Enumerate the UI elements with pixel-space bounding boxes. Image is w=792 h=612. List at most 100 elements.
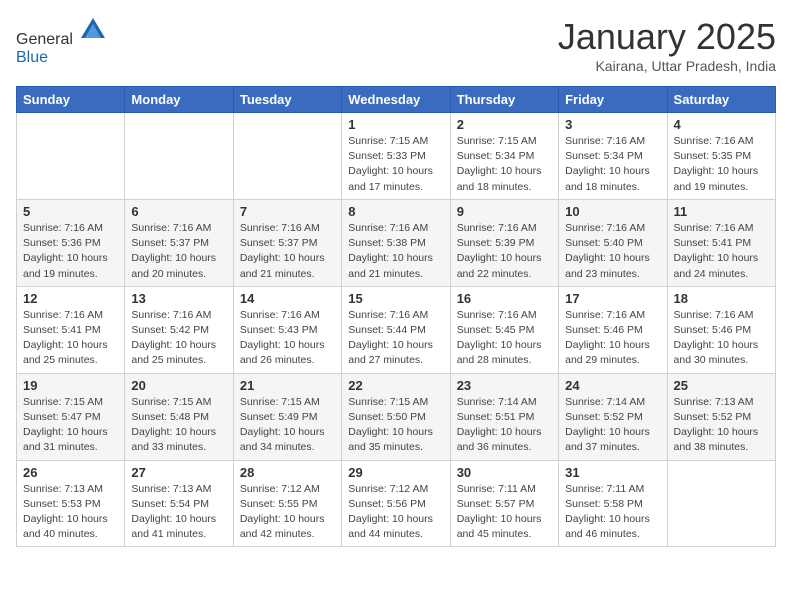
day-info: Sunrise: 7:15 AM Sunset: 5:33 PM Dayligh… xyxy=(348,134,443,195)
day-number: 12 xyxy=(23,291,118,306)
calendar-cell: 25 Sunrise: 7:13 AM Sunset: 5:52 PM Dayli… xyxy=(667,373,775,460)
day-number: 15 xyxy=(348,291,443,306)
day-number: 31 xyxy=(565,465,660,480)
day-number: 18 xyxy=(674,291,769,306)
weekday-header-wednesday: Wednesday xyxy=(342,87,450,113)
calendar-cell: 29Sunrise: 7:12 AM Sunset: 5:56 PM Dayli… xyxy=(342,460,450,547)
calendar-cell: 4 Sunrise: 7:16 AM Sunset: 5:35 PM Daylig… xyxy=(667,113,775,200)
day-number: 24 xyxy=(565,378,660,393)
calendar-cell: 22 Sunrise: 7:15 AM Sunset: 5:50 PM Dayli… xyxy=(342,373,450,460)
day-info: Sunrise: 7:16 AM Sunset: 5:41 PM Dayligh… xyxy=(23,308,118,369)
logo-icon xyxy=(79,16,107,44)
day-info: Sunrise: 7:16 AM Sunset: 5:37 PM Dayligh… xyxy=(131,221,226,282)
calendar-week-row: 12 Sunrise: 7:16 AM Sunset: 5:41 PM Dayli… xyxy=(17,286,776,373)
calendar-cell: 12 Sunrise: 7:16 AM Sunset: 5:41 PM Dayli… xyxy=(17,286,125,373)
day-info: Sunrise: 7:16 AM Sunset: 5:43 PM Dayligh… xyxy=(240,308,335,369)
title-block: January 2025 Kairana, Uttar Pradesh, Ind… xyxy=(558,16,776,74)
calendar-cell: 2Sunrise: 7:15 AM Sunset: 5:34 PM Daylig… xyxy=(450,113,558,200)
calendar-cell: 17Sunrise: 7:16 AM Sunset: 5:46 PM Dayli… xyxy=(559,286,667,373)
day-number: 30 xyxy=(457,465,552,480)
day-number: 22 xyxy=(348,378,443,393)
day-info: Sunrise: 7:15 AM Sunset: 5:49 PM Dayligh… xyxy=(240,395,335,456)
day-number: 20 xyxy=(131,378,226,393)
day-number: 7 xyxy=(240,204,335,219)
day-info: Sunrise: 7:16 AM Sunset: 5:46 PM Dayligh… xyxy=(674,308,769,369)
calendar-week-row: 26 Sunrise: 7:13 AM Sunset: 5:53 PM Dayli… xyxy=(17,460,776,547)
weekday-header-friday: Friday xyxy=(559,87,667,113)
day-info: Sunrise: 7:16 AM Sunset: 5:40 PM Dayligh… xyxy=(565,221,660,282)
logo-blue: Blue xyxy=(16,49,48,66)
day-info: Sunrise: 7:16 AM Sunset: 5:35 PM Dayligh… xyxy=(674,134,769,195)
day-number: 16 xyxy=(457,291,552,306)
calendar-cell: 3 Sunrise: 7:16 AM Sunset: 5:34 PM Daylig… xyxy=(559,113,667,200)
weekday-header-monday: Monday xyxy=(125,87,233,113)
day-info: Sunrise: 7:16 AM Sunset: 5:44 PM Dayligh… xyxy=(348,308,443,369)
day-info: Sunrise: 7:16 AM Sunset: 5:46 PM Dayligh… xyxy=(565,308,660,369)
day-number: 25 xyxy=(674,378,769,393)
day-info: Sunrise: 7:16 AM Sunset: 5:34 PM Dayligh… xyxy=(565,134,660,195)
calendar-cell: 24Sunrise: 7:14 AM Sunset: 5:52 PM Dayli… xyxy=(559,373,667,460)
calendar-cell: 20 Sunrise: 7:15 AM Sunset: 5:48 PM Dayli… xyxy=(125,373,233,460)
calendar-cell: 11Sunrise: 7:16 AM Sunset: 5:41 PM Dayli… xyxy=(667,199,775,286)
calendar-cell: 23Sunrise: 7:14 AM Sunset: 5:51 PM Dayli… xyxy=(450,373,558,460)
day-info: Sunrise: 7:12 AM Sunset: 5:55 PM Dayligh… xyxy=(240,482,335,543)
calendar-cell: 14 Sunrise: 7:16 AM Sunset: 5:43 PM Dayli… xyxy=(233,286,341,373)
day-number: 11 xyxy=(674,204,769,219)
weekday-header-tuesday: Tuesday xyxy=(233,87,341,113)
day-number: 5 xyxy=(23,204,118,219)
day-number: 10 xyxy=(565,204,660,219)
day-number: 27 xyxy=(131,465,226,480)
day-info: Sunrise: 7:11 AM Sunset: 5:57 PM Dayligh… xyxy=(457,482,552,543)
day-info: Sunrise: 7:13 AM Sunset: 5:52 PM Dayligh… xyxy=(674,395,769,456)
day-info: Sunrise: 7:16 AM Sunset: 5:45 PM Dayligh… xyxy=(457,308,552,369)
day-number: 6 xyxy=(131,204,226,219)
calendar-cell: 21 Sunrise: 7:15 AM Sunset: 5:49 PM Dayli… xyxy=(233,373,341,460)
calendar-cell: 13Sunrise: 7:16 AM Sunset: 5:42 PM Dayli… xyxy=(125,286,233,373)
day-info: Sunrise: 7:16 AM Sunset: 5:36 PM Dayligh… xyxy=(23,221,118,282)
weekday-header-saturday: Saturday xyxy=(667,87,775,113)
calendar-cell xyxy=(667,460,775,547)
calendar-cell: 7 Sunrise: 7:16 AM Sunset: 5:37 PM Daylig… xyxy=(233,199,341,286)
calendar-table: SundayMondayTuesdayWednesdayThursdayFrid… xyxy=(16,86,776,547)
calendar-cell xyxy=(17,113,125,200)
page-header: General Blue January 2025 Kairana, Uttar… xyxy=(16,16,776,74)
day-number: 13 xyxy=(131,291,226,306)
day-info: Sunrise: 7:15 AM Sunset: 5:50 PM Dayligh… xyxy=(348,395,443,456)
logo-general: General xyxy=(16,31,73,48)
calendar-cell: 19Sunrise: 7:15 AM Sunset: 5:47 PM Dayli… xyxy=(17,373,125,460)
day-number: 4 xyxy=(674,117,769,132)
calendar-header-row: SundayMondayTuesdayWednesdayThursdayFrid… xyxy=(17,87,776,113)
weekday-header-sunday: Sunday xyxy=(17,87,125,113)
day-info: Sunrise: 7:13 AM Sunset: 5:54 PM Dayligh… xyxy=(131,482,226,543)
calendar-cell: 5 Sunrise: 7:16 AM Sunset: 5:36 PM Daylig… xyxy=(17,199,125,286)
calendar-cell: 26 Sunrise: 7:13 AM Sunset: 5:53 PM Dayli… xyxy=(17,460,125,547)
calendar-week-row: 5 Sunrise: 7:16 AM Sunset: 5:36 PM Daylig… xyxy=(17,199,776,286)
month-title: January 2025 xyxy=(558,16,776,58)
calendar-cell: 31Sunrise: 7:11 AM Sunset: 5:58 PM Dayli… xyxy=(559,460,667,547)
day-number: 3 xyxy=(565,117,660,132)
day-info: Sunrise: 7:15 AM Sunset: 5:47 PM Dayligh… xyxy=(23,395,118,456)
day-number: 9 xyxy=(457,204,552,219)
calendar-cell xyxy=(125,113,233,200)
day-number: 8 xyxy=(348,204,443,219)
day-info: Sunrise: 7:15 AM Sunset: 5:48 PM Dayligh… xyxy=(131,395,226,456)
day-number: 21 xyxy=(240,378,335,393)
day-info: Sunrise: 7:12 AM Sunset: 5:56 PM Dayligh… xyxy=(348,482,443,543)
calendar-cell: 15 Sunrise: 7:16 AM Sunset: 5:44 PM Dayli… xyxy=(342,286,450,373)
location: Kairana, Uttar Pradesh, India xyxy=(558,58,776,74)
calendar-cell: 16 Sunrise: 7:16 AM Sunset: 5:45 PM Dayli… xyxy=(450,286,558,373)
day-info: Sunrise: 7:16 AM Sunset: 5:37 PM Dayligh… xyxy=(240,221,335,282)
calendar-cell: 27 Sunrise: 7:13 AM Sunset: 5:54 PM Dayli… xyxy=(125,460,233,547)
calendar-week-row: 19Sunrise: 7:15 AM Sunset: 5:47 PM Dayli… xyxy=(17,373,776,460)
calendar-week-row: 1Sunrise: 7:15 AM Sunset: 5:33 PM Daylig… xyxy=(17,113,776,200)
calendar-cell: 28Sunrise: 7:12 AM Sunset: 5:55 PM Dayli… xyxy=(233,460,341,547)
day-info: Sunrise: 7:13 AM Sunset: 5:53 PM Dayligh… xyxy=(23,482,118,543)
calendar-cell: 1Sunrise: 7:15 AM Sunset: 5:33 PM Daylig… xyxy=(342,113,450,200)
day-info: Sunrise: 7:14 AM Sunset: 5:51 PM Dayligh… xyxy=(457,395,552,456)
day-number: 26 xyxy=(23,465,118,480)
day-info: Sunrise: 7:16 AM Sunset: 5:38 PM Dayligh… xyxy=(348,221,443,282)
calendar-cell: 6 Sunrise: 7:16 AM Sunset: 5:37 PM Daylig… xyxy=(125,199,233,286)
day-info: Sunrise: 7:15 AM Sunset: 5:34 PM Dayligh… xyxy=(457,134,552,195)
day-number: 14 xyxy=(240,291,335,306)
calendar-cell: 9Sunrise: 7:16 AM Sunset: 5:39 PM Daylig… xyxy=(450,199,558,286)
